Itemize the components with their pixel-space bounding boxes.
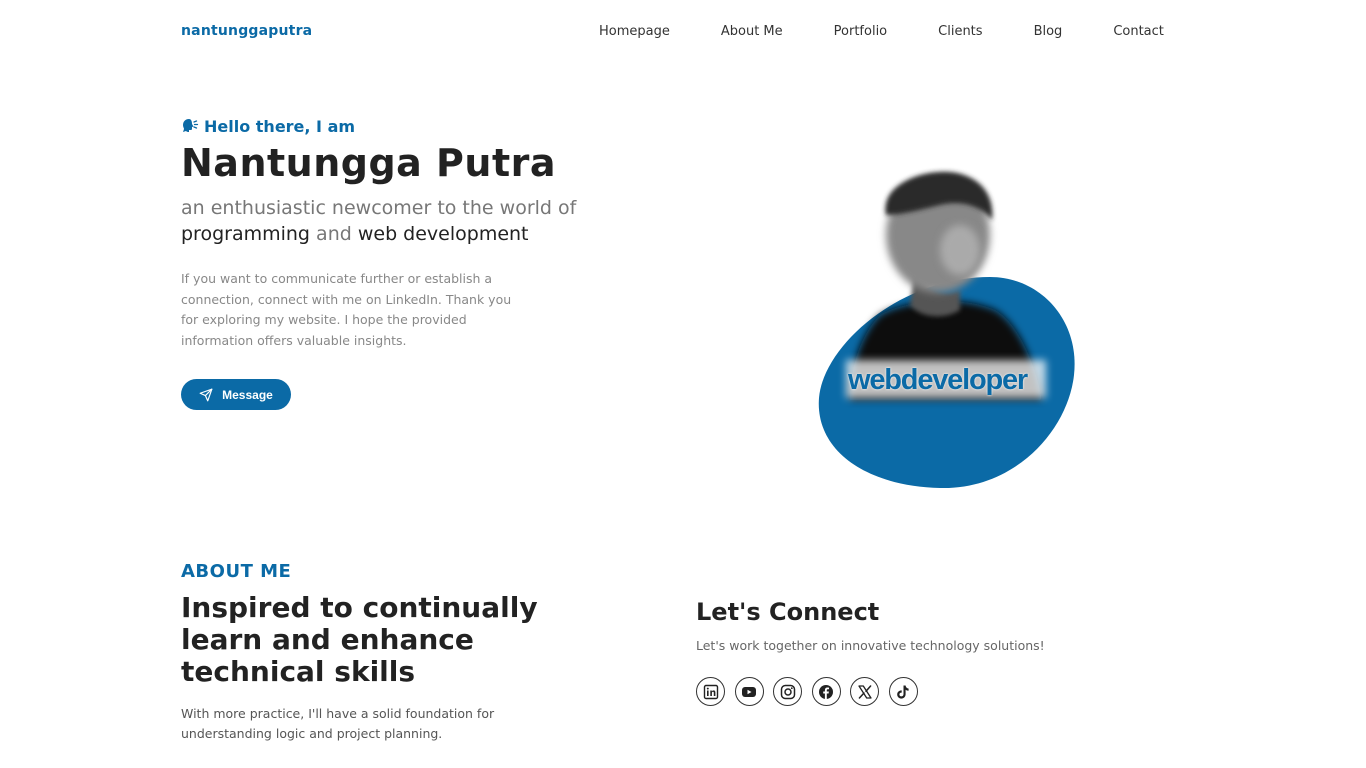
- instagram-icon: [780, 684, 795, 699]
- tagline-programming: programming: [181, 223, 310, 245]
- linkedin-icon: [703, 684, 718, 699]
- about-section: ABOUT ME Inspired to continually learn a…: [181, 561, 601, 743]
- greeting: Hello there, I am: [181, 116, 701, 136]
- hero-section: Hello there, I am Nantungga Putra an ent…: [181, 116, 701, 410]
- brand-logo[interactable]: nantunggaputra: [181, 23, 312, 39]
- hero-tagline: an enthusiastic newcomer to the world of…: [181, 195, 701, 247]
- tiktok-icon: [897, 685, 909, 699]
- hero-description: If you want to communicate further or es…: [181, 271, 512, 348]
- tagline-start: an enthusiastic newcomer to the world of: [181, 197, 577, 219]
- greeting-text: Hello there, I am: [204, 116, 356, 136]
- nav-link-blog[interactable]: Blog: [1034, 24, 1063, 39]
- about-label: ABOUT ME: [181, 561, 292, 582]
- facebook-icon: [819, 684, 833, 699]
- portrait-webdeveloper-text: webdeveloper: [848, 364, 1028, 396]
- youtube-icon: [742, 686, 756, 697]
- nav-link-contact[interactable]: Contact: [1113, 24, 1164, 39]
- tagline-and: and: [316, 223, 352, 245]
- message-button-label: Message: [222, 387, 273, 402]
- navbar: nantunggaputra Homepage About Me Portfol…: [0, 0, 1366, 64]
- hero-name: Nantungga Putra: [181, 141, 556, 185]
- connect-text: Let's work together on innovative techno…: [696, 638, 1045, 653]
- nav-links: Homepage About Me Portfolio Clients Blog…: [599, 24, 1164, 39]
- about-title: Inspired to continually learn and enhanc…: [181, 591, 538, 688]
- connect-title: Let's Connect: [696, 598, 880, 626]
- youtube-link[interactable]: [734, 677, 764, 706]
- x-icon: [857, 684, 872, 699]
- message-button[interactable]: Message: [181, 379, 291, 410]
- nav-link-clients[interactable]: Clients: [938, 24, 982, 39]
- profile-portrait: webdeveloper: [810, 160, 1080, 495]
- send-icon: [199, 388, 213, 401]
- speaking-head-icon: [181, 117, 199, 135]
- social-links: [696, 677, 1116, 706]
- tiktok-link[interactable]: [888, 677, 918, 706]
- nav-link-homepage[interactable]: Homepage: [599, 24, 670, 39]
- about-text: With more practice, I'll have a solid fo…: [181, 706, 495, 741]
- facebook-link[interactable]: [811, 677, 841, 706]
- nav-link-about[interactable]: About Me: [721, 24, 783, 39]
- x-link[interactable]: [850, 677, 879, 706]
- nav-link-portfolio[interactable]: Portfolio: [834, 24, 887, 39]
- connect-section: Let's Connect Let's work together on inn…: [696, 598, 1116, 706]
- linkedin-link[interactable]: [696, 677, 725, 706]
- tagline-web-development: web development: [357, 223, 529, 245]
- instagram-link[interactable]: [773, 677, 802, 706]
